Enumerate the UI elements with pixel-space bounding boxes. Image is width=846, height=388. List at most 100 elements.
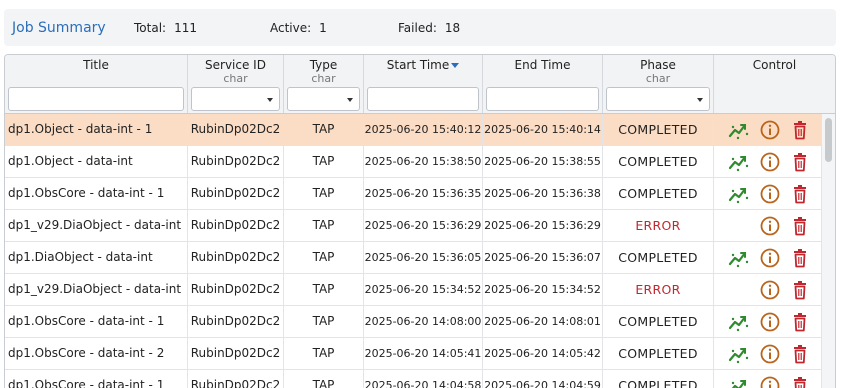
cell-control [714,114,821,145]
trash-icon[interactable] [789,311,811,333]
cell-end-time: 2025-06-20 14:08:01 [483,306,603,337]
chart-icon[interactable] [728,343,750,365]
cell-start-time: 2025-06-20 15:40:12 [364,114,483,145]
job-summary-title[interactable]: Job Summary [12,20,134,36]
scrollbar-thumb[interactable] [825,118,832,162]
info-icon[interactable] [759,247,781,269]
cell-title: dp1.ObsCore - data-int - 1 [5,306,188,337]
end-time-filter-input[interactable] [486,87,599,111]
cell-phase: COMPLETED [603,178,714,209]
info-icon[interactable] [759,279,781,301]
failed-stat: Failed: 18 [398,21,460,35]
trash-icon[interactable] [789,151,811,173]
chart-icon[interactable] [728,247,750,269]
column-service-id-label[interactable]: Service ID [188,58,283,72]
chevron-down-icon [347,98,353,102]
cell-service-id: RubinDp02Dc2 [188,178,284,209]
cell-service-id: RubinDp02Dc2 [188,114,284,145]
trash-icon[interactable] [789,279,811,301]
failed-label: Failed: [398,20,437,35]
chart-icon[interactable] [728,151,750,173]
column-phase-label[interactable]: Phase [603,58,713,72]
cell-end-time: 2025-06-20 15:36:29 [483,210,603,241]
cell-phase: COMPLETED [603,338,714,369]
cell-end-time: 2025-06-20 15:34:52 [483,274,603,305]
table-row[interactable]: dp1.ObsCore - data-int - 1 RubinDp02Dc2 TA… [5,370,821,388]
cell-control [714,338,821,369]
column-header-end-time: End Time [483,55,603,113]
column-header-title: Title [5,55,188,113]
vertical-scrollbar[interactable] [821,114,835,388]
table-row[interactable]: dp1_v29.DiaObject - data-int RubinDp02Dc2… [5,210,821,242]
cell-type: TAP [284,306,364,337]
info-icon[interactable] [759,375,781,388]
cell-end-time: 2025-06-20 14:05:42 [483,338,603,369]
phase-filter-select[interactable] [606,87,710,111]
cell-phase: COMPLETED [603,114,714,145]
info-icon[interactable] [759,215,781,237]
info-icon[interactable] [759,151,781,173]
start-time-filter-input[interactable] [367,87,479,111]
column-start-time-label[interactable]: Start Time [364,58,482,72]
column-header-start-time: Start Time [364,55,483,113]
total-stat: Total: 111 [134,21,270,35]
cell-phase: COMPLETED [603,242,714,273]
table-header: Title Service ID char Type char Start Ti… [5,55,835,114]
failed-value: 18 [444,20,461,35]
column-type-type: char [311,72,336,85]
cell-control [714,146,821,177]
cell-control [714,306,821,337]
trash-icon[interactable] [789,215,811,237]
cell-end-time: 2025-06-20 15:40:14 [483,114,603,145]
table-row[interactable]: dp1.ObsCore - data-int - 1 RubinDp02Dc2 TA… [5,178,821,210]
trash-icon[interactable] [789,343,811,365]
cell-phase: COMPLETED [603,370,714,388]
cell-start-time: 2025-06-20 15:34:52 [364,274,483,305]
cell-type: TAP [284,114,364,145]
cell-end-time: 2025-06-20 15:36:07 [483,242,603,273]
cell-control [714,370,821,388]
cell-phase: ERROR [603,274,714,305]
title-filter-input[interactable] [8,87,184,111]
cell-start-time: 2025-06-20 14:04:58 [364,370,483,388]
column-header-service-id: Service ID char [188,55,284,113]
jobs-table: Title Service ID char Type char Start Ti… [4,54,836,388]
cell-end-time: 2025-06-20 14:04:59 [483,370,603,388]
cell-start-time: 2025-06-20 14:05:41 [364,338,483,369]
start-time-label-text: Start Time [386,58,450,72]
table-row[interactable]: dp1_v29.DiaObject - data-int RubinDp02Dc2… [5,274,821,306]
table-row[interactable]: dp1.Object - data-int - 1 RubinDp02Dc2 TAP… [5,114,821,146]
column-header-type: Type char [284,55,364,113]
table-row[interactable]: dp1.ObsCore - data-int - 1 RubinDp02Dc2 TA… [5,306,821,338]
info-icon[interactable] [759,311,781,333]
cell-service-id: RubinDp02Dc2 [188,338,284,369]
service-id-filter-select[interactable] [191,87,280,111]
table-row[interactable]: dp1.Object - data-int RubinDp02Dc2 TAP 2025… [5,146,821,178]
cell-service-id: RubinDp02Dc2 [188,242,284,273]
cell-title: dp1_v29.DiaObject - data-int [5,210,188,241]
cell-control [714,274,821,305]
column-title-label[interactable]: Title [5,58,187,72]
column-type-label[interactable]: Type [284,58,363,72]
column-end-time-label[interactable]: End Time [483,58,602,72]
cell-service-id: RubinDp02Dc2 [188,274,284,305]
column-service-id-type: char [223,72,248,85]
trash-icon[interactable] [789,247,811,269]
chart-icon[interactable] [728,119,750,141]
type-filter-select[interactable] [287,87,360,111]
cell-start-time: 2025-06-20 14:08:00 [364,306,483,337]
chart-icon[interactable] [728,311,750,333]
trash-icon[interactable] [789,183,811,205]
table-row[interactable]: dp1.DiaObject - data-int RubinDp02Dc2 TAP 2… [5,242,821,274]
cell-end-time: 2025-06-20 15:36:38 [483,178,603,209]
chart-icon[interactable] [728,183,750,205]
info-icon[interactable] [759,183,781,205]
table-row[interactable]: dp1.ObsCore - data-int - 2 RubinDp02Dc2 TA… [5,338,821,370]
info-icon[interactable] [759,343,781,365]
trash-icon[interactable] [789,375,811,388]
active-value: 1 [319,20,327,35]
chart-icon[interactable] [728,375,750,388]
info-icon[interactable] [759,119,781,141]
trash-icon[interactable] [789,119,811,141]
total-value: 111 [174,20,197,35]
